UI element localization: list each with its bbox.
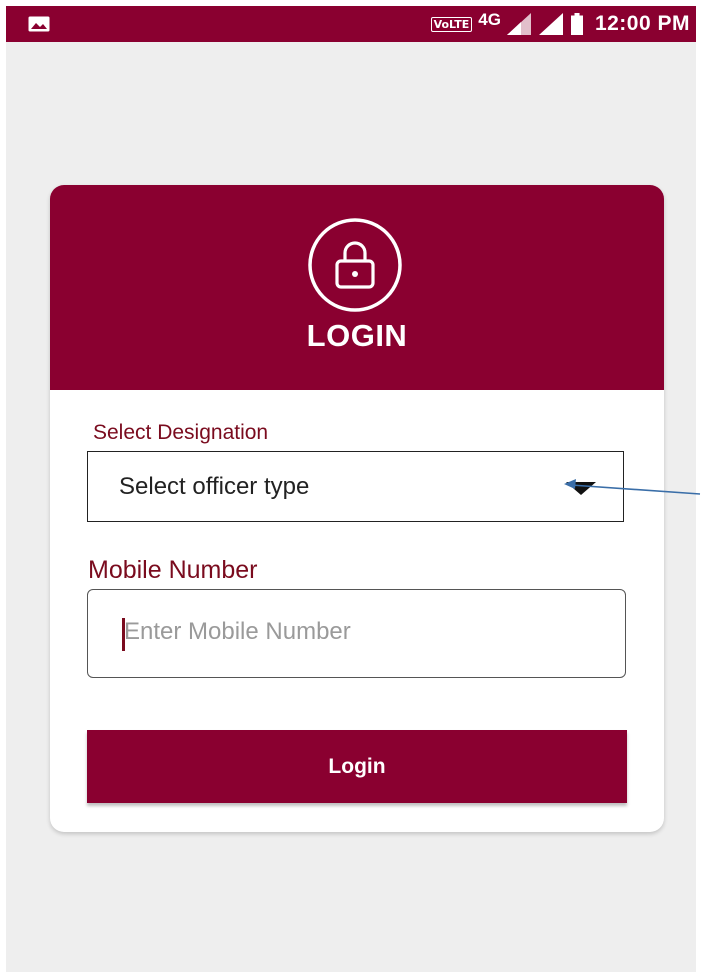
- login-button[interactable]: Login: [87, 730, 627, 803]
- text-cursor: [122, 618, 125, 651]
- network-type: 4G: [478, 10, 501, 29]
- card-header: LOGIN: [50, 185, 664, 390]
- login-card: LOGIN Select Designation Select officer …: [50, 185, 664, 832]
- clock: 12:00 PM: [594, 12, 690, 35]
- status-indicators: VoLTE 4G 12:00 PM: [430, 6, 690, 42]
- phone-screen: VoLTE 4G 12:00 PM LOGIN Select Designati…: [6, 6, 696, 972]
- mobile-number-input[interactable]: [124, 612, 594, 652]
- image-icon: [28, 16, 50, 32]
- signal-icon: [538, 13, 563, 35]
- mobile-number-label: Mobile Number: [88, 556, 258, 584]
- volte-badge: VoLTE: [430, 16, 473, 32]
- officer-type-dropdown[interactable]: Select officer type: [87, 451, 624, 522]
- mobile-number-field[interactable]: [87, 589, 626, 678]
- designation-label: Select Designation: [93, 421, 269, 444]
- signal-icon: [506, 13, 531, 35]
- lock-icon: [308, 218, 402, 312]
- login-title: LOGIN: [306, 318, 408, 353]
- battery-icon: [570, 13, 583, 35]
- officer-type-selected-value: Select officer type: [119, 473, 310, 500]
- status-bar: VoLTE 4G 12:00 PM: [6, 6, 696, 42]
- chevron-down-icon[interactable]: [566, 482, 596, 495]
